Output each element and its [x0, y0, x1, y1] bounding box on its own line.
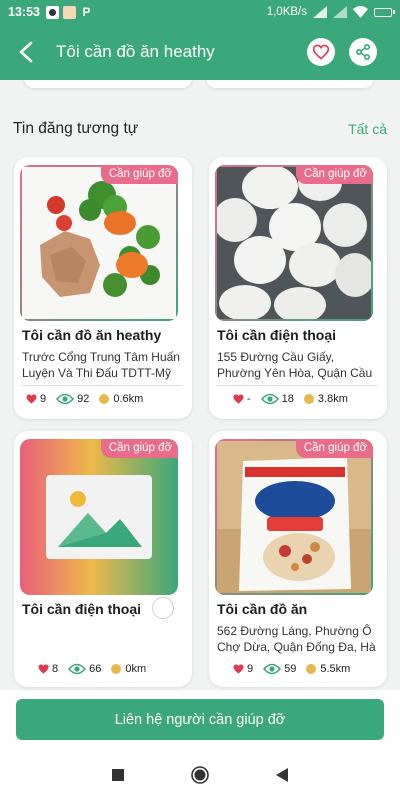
- home-button[interactable]: [159, 766, 241, 784]
- favorite-button[interactable]: [307, 38, 335, 66]
- distance-value: 5.5km: [320, 663, 351, 675]
- eye-icon: [56, 393, 75, 405]
- help-needed-tag: Cần giúp đỡ: [100, 439, 178, 458]
- signal-icon: [313, 6, 327, 18]
- distance-stat: 3.8km: [303, 393, 348, 405]
- views-count: 66: [89, 663, 102, 675]
- help-needed-tag: Cần giúp đỡ: [295, 165, 373, 184]
- views-stat: 66: [68, 663, 101, 675]
- views-stat: 92: [56, 393, 89, 405]
- likes-stat: 9: [233, 663, 253, 675]
- card-address: 562 Đường Láng, Phường Ô Chợ Dừa, Quận Đ…: [217, 624, 376, 654]
- previous-card-left: [24, 80, 192, 88]
- square-icon: [112, 769, 124, 781]
- help-needed-tag: Cần giúp đỡ: [100, 165, 178, 184]
- share-icon: [355, 44, 370, 60]
- distance-value: 0km: [125, 663, 147, 675]
- post-card[interactable]: Cần giúp đỡ Tôi cần đồ ăn 562 Đường Láng…: [209, 431, 387, 687]
- p-app-icon: P: [82, 5, 91, 19]
- likes-count: 9: [247, 663, 254, 675]
- food-plate-image: [20, 165, 178, 321]
- post-image-placeholder: Cần giúp đỡ: [20, 439, 178, 595]
- card-stats: - 18 3.8km: [233, 393, 358, 405]
- distance-stat: 0km: [111, 663, 146, 675]
- signal-icon-2: [333, 6, 347, 18]
- coin-icon: [303, 394, 314, 404]
- likes-count: 8: [52, 663, 59, 675]
- coin-icon: [111, 664, 122, 674]
- section-title: Tin đăng tương tự: [13, 120, 139, 137]
- post-image-food: Cần giúp đỡ: [20, 165, 178, 321]
- views-count: 59: [284, 663, 297, 675]
- views-count: 92: [77, 393, 90, 405]
- heart-icon: [312, 44, 330, 60]
- wifi-icon: [353, 6, 368, 18]
- previous-cards-area: [0, 80, 400, 100]
- post-card[interactable]: Cần giúp đỡ Tôi cần điện thoại 155 Đường…: [209, 157, 387, 419]
- system-nav-bar: [0, 750, 400, 800]
- post-image-buns: Cần giúp đỡ: [215, 165, 373, 321]
- image-placeholder-icon: [46, 475, 152, 559]
- see-all-link[interactable]: Tất cả: [348, 121, 387, 137]
- eye-icon: [260, 393, 279, 405]
- distance-value: 3.8km: [317, 393, 348, 405]
- back-button[interactable]: [6, 24, 46, 80]
- likes-count: -: [247, 393, 251, 405]
- status-bar: 13:53 P 1,0KB/s: [0, 0, 400, 24]
- eye-icon: [263, 663, 282, 675]
- select-radio[interactable]: [152, 597, 174, 619]
- coin-icon: [99, 394, 110, 404]
- status-time: 13:53: [8, 5, 40, 19]
- help-needed-tag: Cần giúp đỡ: [295, 439, 373, 458]
- eye-icon: [68, 663, 87, 675]
- card-divider: [22, 385, 182, 386]
- likes-stat: -: [233, 393, 251, 405]
- card-stats: 9 59 5.5km: [233, 663, 360, 675]
- back-arrow-icon: [19, 41, 33, 63]
- card-address: Trước Cổng Trung Tâm Huấn Luyện Và Thi Đ…: [22, 350, 180, 380]
- distance-stat: 5.5km: [306, 663, 350, 675]
- photo-app-icon: [62, 5, 76, 19]
- heart-icon: [233, 664, 244, 674]
- post-image-cereal: Cần giúp đỡ: [215, 439, 373, 595]
- likes-stat: 9: [26, 393, 46, 405]
- views-stat: 18: [260, 393, 294, 405]
- card-title: Tôi cần đồ ăn: [217, 601, 308, 617]
- card-title: Tôi cần đồ ăn heathy: [22, 327, 162, 343]
- coin-icon: [306, 664, 317, 674]
- card-divider: [217, 385, 377, 386]
- card-stats: 9 92 0.6km: [26, 393, 153, 405]
- views-count: 18: [281, 393, 294, 405]
- card-stats: 8 66 0km: [38, 663, 156, 675]
- back-nav-button[interactable]: [241, 768, 323, 782]
- recents-button[interactable]: [77, 769, 159, 781]
- likes-stat: 8: [38, 663, 58, 675]
- views-stat: 59: [263, 663, 296, 675]
- likes-count: 9: [40, 393, 47, 405]
- steamed-buns-image: [215, 165, 373, 321]
- battery-icon: [374, 7, 395, 17]
- heart-icon: [233, 394, 244, 404]
- heart-icon: [26, 394, 37, 404]
- heart-icon: [38, 664, 49, 674]
- network-speed: 1,0KB/s: [266, 6, 307, 18]
- share-button[interactable]: [349, 38, 377, 66]
- cereal-bag-image: [215, 439, 373, 595]
- previous-card-right: [206, 80, 374, 88]
- distance-stat: 0.6km: [99, 393, 143, 405]
- card-title: Tôi cần điện thoại: [217, 327, 337, 343]
- triangle-back-icon: [276, 768, 288, 782]
- post-card[interactable]: Cần giúp đỡ Tôi cần điện thoại 8 66 0km: [14, 431, 192, 687]
- app-bar: Tôi cần đồ ăn heathy: [0, 24, 400, 80]
- card-address: 155 Đường Cầu Giấy, Phường Yên Hòa, Quận…: [217, 350, 373, 380]
- post-card[interactable]: Cần giúp đỡ Tôi cần đồ ăn heathy Trước C…: [14, 157, 192, 419]
- distance-value: 0.6km: [113, 393, 144, 405]
- page-title: Tôi cần đồ ăn heathy: [56, 42, 215, 61]
- contact-button[interactable]: Liên hệ người cần giúp đỡ: [16, 699, 384, 740]
- home-circle-icon: [191, 766, 209, 784]
- camera-app-icon: [45, 5, 59, 19]
